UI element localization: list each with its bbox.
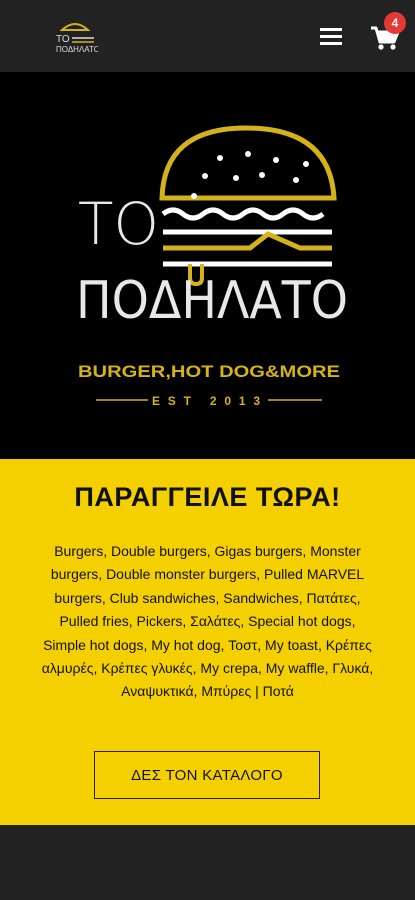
hero-logo-name: ΠΟΔΗΛΑΤΟ	[76, 271, 348, 331]
order-now-heading: ΠΑΡΑΓΓΕΙΛΕ ΤΩΡΑ!	[74, 482, 341, 512]
small-logo-line2: ΠΟΔΗΛΑΤΟ	[56, 45, 98, 54]
menu-categories-text: Burgers, Double burgers, Gigas burgers, …	[41, 543, 374, 700]
sesame-seeds-icon	[191, 151, 309, 199]
hero-logo-to: ΤΟ	[78, 190, 159, 258]
hamburger-menu-icon[interactable]	[318, 24, 344, 48]
cheese-icon	[163, 231, 332, 251]
view-catalog-button[interactable]: ΔΕΣ ΤΟΝ ΚΑΤΑΛΟΓΟ	[94, 751, 320, 799]
hero-logo: ΤΟ ΠΟΔΗΛΑΤΟ BURGER,HOT DOG&MORE EST 2013	[76, 125, 348, 408]
brand-logo-small[interactable]: ΤΟ ΠΟΔΗΛΑΤΟ	[52, 16, 98, 60]
footer	[0, 825, 415, 900]
hero-tagline: BURGER,HOT DOG&MORE	[78, 362, 340, 381]
hero-banner: ΤΟ ΠΟΔΗΛΑΤΟ BURGER,HOT DOG&MORE EST 2013	[0, 72, 415, 459]
lettuce-icon	[161, 207, 325, 221]
small-logo-line1: ΤΟ	[56, 34, 70, 45]
cart-count-badge: 4	[384, 12, 406, 34]
top-header: ΤΟ ΠΟΔΗΛΑΤΟ 4	[0, 0, 415, 72]
hero-est: EST 2013	[152, 394, 264, 408]
